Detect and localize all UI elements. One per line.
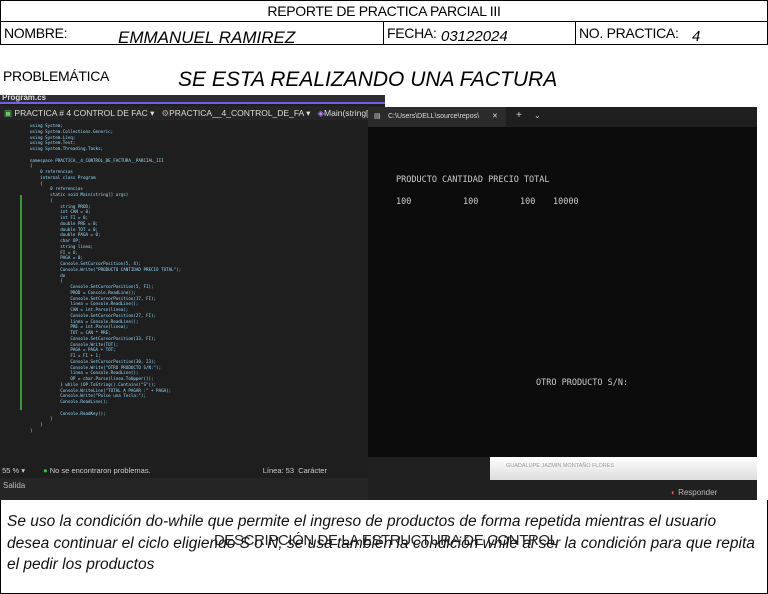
new-tab-icon[interactable]: + bbox=[516, 110, 522, 121]
practica-label: NO. PRACTICA: bbox=[579, 25, 679, 41]
console-total: 10000 bbox=[553, 197, 579, 207]
report-title: REPORTE DE PRACTICA PARCIAL III bbox=[0, 0, 768, 22]
check-icon: ● bbox=[43, 466, 48, 475]
close-icon[interactable]: ✕ bbox=[492, 107, 498, 127]
name-box: GUADALUPE JAZMIN MONTAÑO FLORES bbox=[490, 457, 757, 480]
terminal-window: ▤ C:\Users\DELL\source\repos\ ✕ + ⌄ PROD… bbox=[368, 107, 757, 457]
zoom-level[interactable]: 55 % bbox=[2, 466, 19, 475]
problematica-value: SE ESTA REALIZANDO UNA FACTURA bbox=[178, 68, 558, 91]
file-tab[interactable]: Program.cs bbox=[2, 93, 46, 102]
header-fields: NOMBRE: EMMANUEL RAMIREZ FECHA: 03122024… bbox=[0, 21, 768, 47]
terminal-tab[interactable]: ▤ C:\Users\DELL\source\repos\ ✕ bbox=[368, 107, 506, 127]
practica-cell: NO. PRACTICA: 4 bbox=[576, 22, 768, 45]
nav-class[interactable]: PRACTICA__4_CONTROL_DE_FA bbox=[169, 108, 304, 118]
change-gutter bbox=[20, 195, 22, 410]
practica-value: 4 bbox=[692, 28, 701, 45]
output-panel: Salida bbox=[0, 478, 385, 500]
console-producto: 100 bbox=[396, 197, 412, 207]
ide-window: Program.cs ▣ PRACTICA # 4 CONTROL DE FAC… bbox=[0, 93, 393, 500]
background-window: GUADALUPE JAZMIN MONTAÑO FLORES ◐ Respon… bbox=[368, 457, 757, 500]
terminal-tab-title: C:\Users\DELL\source\repos\ bbox=[388, 113, 480, 120]
line-indicator: Línea: 53 bbox=[262, 466, 295, 475]
fecha-label: FECHA: bbox=[387, 25, 437, 41]
char-indicator: Carácter bbox=[298, 466, 327, 475]
fecha-cell: FECHA: 03122024 bbox=[384, 22, 576, 45]
nombre-cell: NOMBRE: EMMANUEL RAMIREZ bbox=[1, 22, 384, 47]
editor-tabbar: Program.cs bbox=[0, 93, 385, 104]
chevron-down-icon[interactable]: ⌄ bbox=[534, 111, 541, 120]
console-cantidad: 100 bbox=[463, 197, 479, 207]
output-label[interactable]: Salida bbox=[3, 481, 25, 490]
nombre-value: EMMANUEL RAMIREZ bbox=[118, 28, 296, 47]
reply-label: Responder bbox=[678, 488, 718, 497]
terminal-icon: ▤ bbox=[374, 113, 381, 120]
reply-icon: ◐ bbox=[671, 488, 676, 497]
csharp-project-icon: ▣ bbox=[4, 108, 15, 118]
description-label: DESCRIPCIÓN DE LA ESTRUCTURA DE CONTROL bbox=[214, 532, 558, 549]
navigation-bar: ▣ PRACTICA # 4 CONTROL DE FAC ▾ ⚙PRACTIC… bbox=[0, 106, 393, 120]
fecha-value: 03122024 bbox=[441, 28, 508, 45]
reply-button[interactable]: ◐ Responder bbox=[671, 488, 717, 497]
problematica-label: PROBLEMÁTICA bbox=[3, 68, 110, 84]
status-bar: 55 % ▾ ● No se encontraron problemas. Lí… bbox=[0, 464, 385, 477]
console-prompt: OTRO PRODUCTO S/N: bbox=[536, 378, 629, 388]
nombre-label: NOMBRE: bbox=[4, 25, 68, 41]
console-precio: 100 bbox=[520, 197, 536, 207]
problems-status[interactable]: No se encontraron problemas. bbox=[50, 466, 151, 475]
console-header: PRODUCTO CANTIDAD PRECIO TOTAL bbox=[396, 175, 550, 185]
class-icon: ⚙ bbox=[161, 108, 170, 118]
nav-project[interactable]: PRACTICA # 4 CONTROL DE FAC bbox=[14, 108, 147, 118]
code-editor[interactable]: using System; using System.Collections.G… bbox=[30, 123, 181, 434]
terminal-tabbar: ▤ C:\Users\DELL\source\repos\ ✕ + ⌄ bbox=[368, 107, 757, 127]
